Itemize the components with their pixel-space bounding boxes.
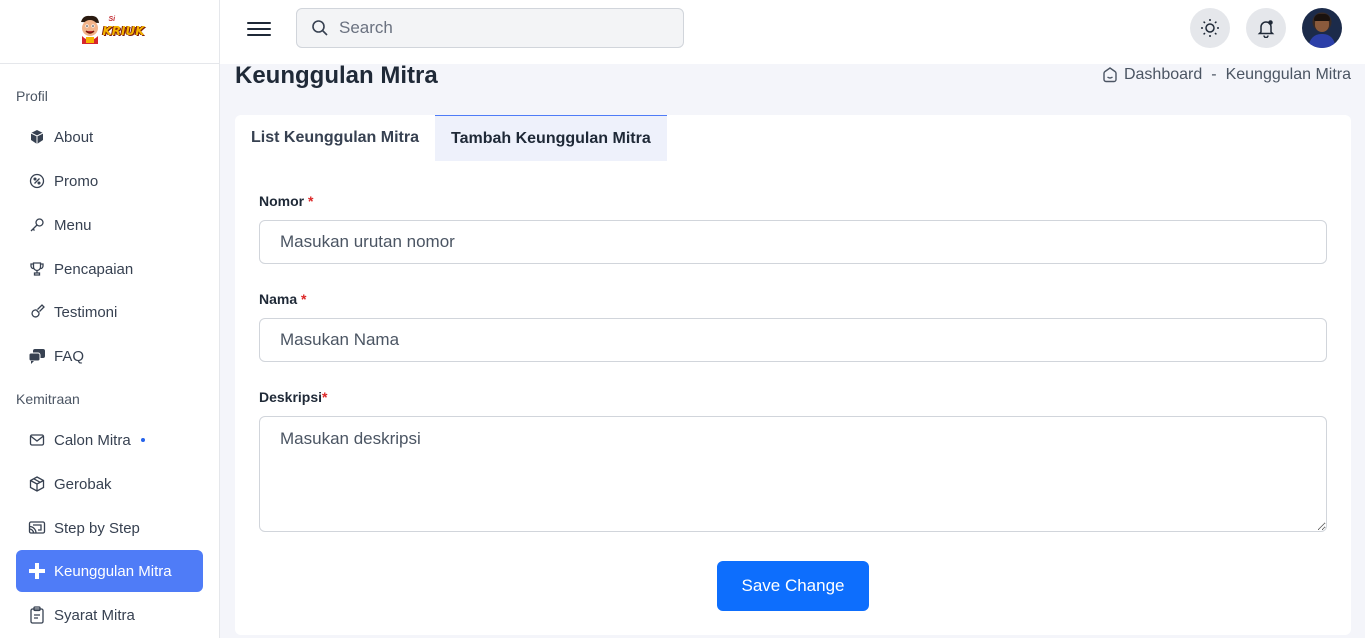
bell-icon <box>1257 20 1275 38</box>
deskripsi-textarea[interactable] <box>259 416 1327 532</box>
sun-icon <box>1201 19 1219 37</box>
logo-word: KRIUK <box>102 23 145 38</box>
discount-icon <box>28 172 46 190</box>
sidebar-item-label: Pencapaian <box>54 260 134 278</box>
package-icon <box>28 475 46 493</box>
sidebar-item-label: Gerobak <box>54 475 112 493</box>
required-mark: * <box>322 389 328 405</box>
logo-area: Si KRIUK <box>0 0 219 64</box>
deskripsi-label-text: Deskripsi <box>259 389 323 405</box>
notifications-button[interactable] <box>1246 8 1286 48</box>
hamburger-menu-icon[interactable] <box>247 18 271 38</box>
sidebar-item-step-by-step[interactable]: Step by Step <box>16 507 203 549</box>
nama-input[interactable] <box>259 318 1327 362</box>
nomor-input[interactable] <box>259 220 1327 264</box>
search-input[interactable] <box>339 18 659 38</box>
sidebar-item-keunggulan-mitra[interactable]: Keunggulan Mitra <box>16 550 203 592</box>
sidebar-item-label: Menu <box>54 216 92 234</box>
plus-icon <box>28 562 46 580</box>
search-box[interactable] <box>296 8 684 48</box>
sidebar-item-about[interactable]: About <box>16 116 203 158</box>
sidebar-item-label: Syarat Mitra <box>54 606 135 624</box>
sidebar-item-label: Testimoni <box>54 303 118 321</box>
mail-icon <box>28 431 46 449</box>
sidebar-item-label: Promo <box>54 172 99 190</box>
form-card: List Keunggulan Mitra Tambah Keunggulan … <box>235 115 1351 635</box>
required-mark: * <box>301 291 307 307</box>
sidebar-item-label: Step by Step <box>54 519 140 537</box>
search-icon <box>312 20 328 36</box>
guitar-icon <box>28 303 46 321</box>
deskripsi-label: Deskripsi* <box>259 389 328 405</box>
nomor-label-text: Nomor <box>259 193 305 209</box>
sidebar-item-gerobak[interactable]: Gerobak <box>16 463 203 505</box>
mascot-icon <box>80 15 99 44</box>
clipboard-icon <box>28 606 46 624</box>
breadcrumb: Dashboard - Keunggulan Mitra <box>1101 66 1351 84</box>
user-avatar[interactable] <box>1302 8 1342 48</box>
cast-icon <box>28 519 46 537</box>
key-icon <box>28 216 46 234</box>
section-title-profil: Profil <box>16 88 48 104</box>
required-mark: * <box>308 193 314 209</box>
sidebar-item-label: Calon Mitra <box>54 431 131 449</box>
theme-toggle-button[interactable] <box>1190 8 1230 48</box>
box-icon <box>28 128 46 146</box>
trophy-icon <box>28 260 46 278</box>
nama-label: Nama * <box>259 291 306 307</box>
sidebar-item-promo[interactable]: Promo <box>16 160 203 202</box>
sidebar-item-label: About <box>54 128 94 146</box>
breadcrumb-dashboard-link[interactable]: Dashboard <box>1124 66 1202 84</box>
app-logo[interactable]: Si KRIUK <box>75 10 145 54</box>
topbar <box>220 0 1365 64</box>
sidebar-item-faq[interactable]: FAQ <box>16 335 203 377</box>
sidebar-item-testimoni[interactable]: Testimoni <box>16 291 203 333</box>
save-change-button[interactable]: Save Change <box>717 561 869 611</box>
sidebar-item-menu[interactable]: Menu <box>16 204 203 246</box>
messages-icon <box>28 347 46 365</box>
breadcrumb-current: Keunggulan Mitra <box>1225 66 1351 83</box>
sidebar-item-syarat-mitra[interactable]: Syarat Mitra <box>16 594 203 636</box>
nama-label-text: Nama <box>259 291 298 307</box>
sidebar-item-calon-mitra[interactable]: Calon Mitra <box>16 419 203 461</box>
sidebar-item-label: FAQ <box>54 347 85 365</box>
sidebar-item-pencapaian[interactable]: Pencapaian <box>16 248 203 290</box>
page-title: Keunggulan Mitra <box>235 62 438 89</box>
sidebar-item-label: Keunggulan Mitra <box>54 562 172 580</box>
breadcrumb-separator: - <box>1211 66 1217 83</box>
section-title-kemitraan: Kemitraan <box>16 391 80 407</box>
nomor-label: Nomor * <box>259 193 313 209</box>
logo-small-text: Si <box>108 15 116 23</box>
new-indicator-dot <box>140 438 145 442</box>
sidebar: Si KRIUK Profil About Promo Menu Pencapa… <box>0 0 220 638</box>
smart-home-icon <box>1103 67 1117 83</box>
tab-list-keunggulan-mitra[interactable]: List Keunggulan Mitra <box>235 115 435 161</box>
tab-tambah-keunggulan-mitra[interactable]: Tambah Keunggulan Mitra <box>435 115 667 161</box>
